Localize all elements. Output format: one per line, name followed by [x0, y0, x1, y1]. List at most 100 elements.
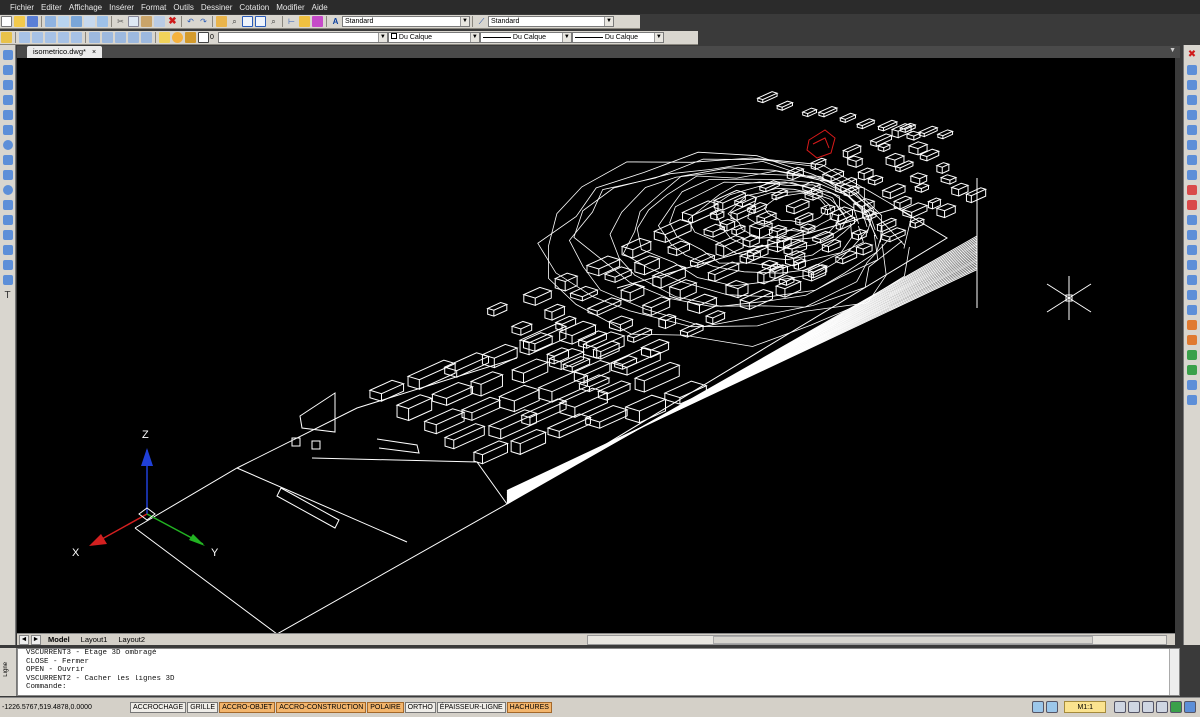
layer-lock-icon[interactable] [185, 32, 196, 43]
dim-style-select[interactable]: Standard ▼ [488, 16, 614, 27]
command-window-handle[interactable]: Ligne [0, 648, 17, 696]
tab-model[interactable]: Model [44, 635, 74, 644]
edit-polyline-icon[interactable] [1187, 290, 1197, 300]
move-icon[interactable] [1187, 125, 1197, 135]
hatch-toggle[interactable]: HACHURES [506, 702, 552, 713]
properties-icon[interactable] [299, 16, 310, 27]
osnap-center-icon[interactable] [45, 32, 56, 43]
save-icon[interactable] [27, 16, 38, 27]
text-style-icon[interactable]: A [330, 16, 341, 27]
polygon-icon[interactable] [2, 95, 13, 105]
snap-toggle[interactable]: ACCROCHAGE [130, 702, 187, 713]
fillet-icon[interactable] [1187, 260, 1197, 270]
paste-icon[interactable] [141, 16, 152, 27]
menu-fichier[interactable]: Fichier [10, 3, 34, 12]
view-icon[interactable] [89, 32, 100, 43]
delete-icon[interactable]: ✖ [167, 16, 178, 27]
previous-layout-button[interactable]: ◄ [19, 634, 29, 645]
solid-edit-icon[interactable] [1187, 320, 1197, 330]
line-tool-icon[interactable] [2, 50, 13, 60]
copy-icon[interactable] [128, 16, 139, 27]
undo-icon[interactable]: ↶ [185, 16, 196, 27]
next-layout-button[interactable]: ► [31, 634, 41, 645]
ellipse-icon[interactable] [2, 185, 13, 195]
tab-layout1[interactable]: Layout1 [77, 635, 112, 644]
copy-object-icon[interactable] [1187, 65, 1197, 75]
new-file-icon[interactable] [1, 16, 12, 27]
erase-icon[interactable]: ✖ [1187, 50, 1197, 60]
layer-on-icon[interactable] [159, 32, 170, 43]
layer-manager-icon[interactable] [1, 32, 12, 43]
menu-inserer[interactable]: Insérer [109, 3, 134, 12]
match-properties-icon[interactable] [154, 16, 165, 27]
break-icon[interactable] [1187, 215, 1197, 225]
region-icon[interactable] [2, 260, 13, 270]
command-scrollbar[interactable] [1169, 649, 1179, 695]
menu-dessiner[interactable]: Dessiner [201, 3, 233, 12]
ucs-icon[interactable] [102, 32, 113, 43]
render-icon[interactable] [97, 16, 108, 27]
hatch-icon[interactable] [2, 245, 13, 255]
chamfer-icon[interactable] [1187, 245, 1197, 255]
workspace-icon[interactable] [1170, 701, 1182, 713]
osnap-toggle[interactable]: ACCRO-OBJET [219, 702, 276, 713]
linetype-select[interactable]: Du Calque ▼ [479, 32, 572, 43]
lineweight-toggle[interactable]: ÉPAISSEUR-LIGNE [436, 702, 506, 713]
array-icon[interactable] [1187, 110, 1197, 120]
zoom-extents-icon[interactable] [255, 16, 266, 27]
polyline-icon[interactable] [2, 80, 13, 90]
chevron-down-icon[interactable]: ▼ [1169, 47, 1176, 54]
materials-icon[interactable] [1187, 350, 1197, 360]
menu-outils[interactable]: Outils [173, 3, 193, 12]
text-style-select[interactable]: Standard ▼ [342, 16, 470, 27]
render-settings-icon[interactable] [1187, 335, 1197, 345]
construction-line-icon[interactable] [2, 65, 13, 75]
grid-toggle[interactable]: GRILLE [187, 702, 219, 713]
menu-aide[interactable]: Aide [312, 3, 328, 12]
offset-icon[interactable] [1187, 95, 1197, 105]
layer-freeze-icon[interactable] [172, 32, 183, 43]
model-space-icon[interactable] [1032, 701, 1045, 713]
horizontal-scrollbar[interactable] [587, 635, 1167, 645]
print-icon[interactable] [45, 16, 56, 27]
osnap-quadrant-icon[interactable] [71, 32, 82, 43]
orbit-icon[interactable] [115, 32, 126, 43]
explode-icon[interactable] [1187, 275, 1197, 285]
point-icon[interactable] [2, 230, 13, 240]
ortho-toggle[interactable]: ORTHO [404, 702, 436, 713]
menu-cotation[interactable]: Cotation [239, 3, 269, 12]
trim-icon[interactable] [1187, 185, 1197, 195]
insert-block-icon[interactable] [2, 200, 13, 210]
multiline-text-icon[interactable]: T [3, 290, 13, 301]
distance-icon[interactable]: ⊢ [286, 16, 297, 27]
menu-editer[interactable]: Editer [41, 3, 62, 12]
zoom-realtime-icon[interactable]: ⌕ [229, 16, 240, 27]
layout-space-icon[interactable] [1046, 701, 1059, 713]
extend-icon[interactable] [1187, 200, 1197, 210]
tab-layout2[interactable]: Layout2 [114, 635, 149, 644]
otrack-toggle[interactable]: ACCRO-CONSTRUCTION [276, 702, 367, 713]
scrollbar-thumb[interactable] [713, 636, 1093, 644]
document-tab[interactable]: isometrico.dwg* × [27, 46, 103, 58]
mirror-icon[interactable] [1187, 80, 1197, 90]
walk-icon[interactable] [1187, 395, 1197, 405]
edit-spline-icon[interactable] [1187, 305, 1197, 315]
print-preview-icon[interactable] [58, 16, 69, 27]
color-select[interactable]: Du Calque ▼ [387, 32, 480, 43]
command-prompt[interactable]: Commande: [26, 683, 1179, 692]
rectangle-icon[interactable] [2, 110, 13, 120]
arc-icon[interactable] [2, 125, 13, 135]
drawing-canvas[interactable]: Z X Y [17, 58, 1175, 633]
tool-palette-icon[interactable] [312, 16, 323, 27]
redo-icon[interactable]: ↷ [198, 16, 209, 27]
menu-affichage[interactable]: Affichage [69, 3, 102, 12]
make-block-icon[interactable] [2, 215, 13, 225]
osnap-midpoint-icon[interactable] [32, 32, 43, 43]
revision-cloud-icon[interactable] [2, 155, 13, 165]
cut-icon[interactable]: ✂ [115, 16, 126, 27]
menu-format[interactable]: Format [141, 3, 166, 12]
publish-icon[interactable] [71, 16, 82, 27]
scale-icon[interactable] [1187, 155, 1197, 165]
menu-modifier[interactable]: Modifier [276, 3, 304, 12]
zoom-extents-status-icon[interactable] [1156, 701, 1168, 713]
